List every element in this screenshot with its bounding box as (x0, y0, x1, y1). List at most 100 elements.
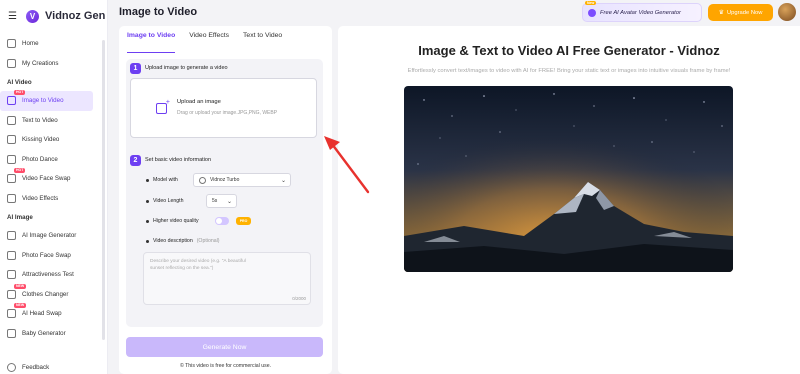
user-avatar[interactable] (778, 3, 796, 21)
tab-text-to-video[interactable]: Text to Video (243, 32, 282, 46)
sidebar-item-video-face-swap[interactable]: HOT Video Face Swap (0, 168, 107, 189)
chevron-down-icon: ⌄ (226, 199, 232, 205)
model-option: Model with (146, 177, 178, 183)
quality-option: Higher video quality (146, 218, 199, 224)
commercial-note-text: This video is free for commercial use. (185, 363, 272, 369)
logo-text[interactable]: Vidnoz Gen (45, 10, 105, 22)
folder-icon (7, 58, 16, 68)
description-label: Video description (153, 238, 193, 244)
hero-title: Image & Text to Video AI Free Generator … (418, 43, 720, 58)
bullet-icon (146, 219, 149, 223)
annotation-arrow (324, 136, 370, 194)
bullet-icon (146, 239, 149, 243)
sidebar-scrollbar[interactable] (102, 40, 105, 340)
length-label: Video Length (153, 198, 184, 204)
sidebar-item-image-to-video[interactable]: HOT Image to Video (0, 90, 93, 111)
sidebar-nav: Home My Creations AI Video HOT Image to … (0, 32, 107, 343)
face-swap-icon (7, 174, 16, 184)
hero-subtitle: Effortlessly convert text/images to vide… (407, 68, 731, 74)
quality-toggle[interactable] (215, 217, 229, 225)
menu-icon[interactable]: ☰ (8, 11, 20, 22)
hot-badge: HOT (14, 90, 26, 95)
generator-panel: Image to Video Video Effects Text to Vid… (119, 26, 332, 374)
upload-hint: Drag or upload your image.JPG,PNG, WEBP (177, 110, 278, 116)
baby-icon (7, 328, 16, 338)
new-badge: NEW (14, 283, 27, 289)
sidebar-item-ai-image-generator[interactable]: AI Image Generator (0, 226, 107, 246)
length-value: 5s (212, 198, 218, 204)
upgrade-button[interactable]: ♛ Upgrade Now (708, 4, 773, 21)
photo-swap-icon (7, 250, 16, 260)
copyright-icon: © (179, 363, 184, 369)
sidebar-item-label: Video Face Swap (22, 175, 71, 183)
sidebar-item-photo-dance[interactable]: Photo Dance (0, 150, 107, 170)
character-counter: 0/2000 (292, 296, 306, 301)
quality-label: Higher video quality (153, 218, 199, 224)
commercial-note: © This video is free for commercial use. (119, 363, 332, 369)
sidebar-item-label: Home (22, 40, 39, 48)
sidebar-item-kissing-video[interactable]: Kissing Video (0, 130, 107, 150)
chevron-down-icon: ⌄ (280, 178, 286, 184)
upload-image-icon (156, 99, 170, 114)
crown-icon: ♛ (718, 10, 724, 16)
sidebar-item-label: Clothes Changer (22, 290, 69, 298)
mountain-illustration (404, 86, 733, 272)
new-badge: New (585, 1, 597, 5)
length-select[interactable]: 5s ⌄ (206, 194, 237, 208)
kiss-icon (7, 135, 16, 145)
sidebar-item-baby-generator[interactable]: Baby Generator (0, 324, 107, 344)
sidebar-item-attractiveness-test[interactable]: Attractiveness Test (0, 265, 107, 285)
sidebar-item-label: Attractiveness Test (22, 271, 74, 279)
description-option: Video description (Optional) (146, 238, 219, 244)
sidebar-item-label: Photo Dance (22, 155, 58, 163)
upgrade-label: Upgrade Now (726, 9, 763, 16)
pro-badge: PRO (236, 217, 251, 225)
step-2-title: Set basic video information (145, 157, 212, 163)
image-upload-area[interactable]: Upload an image Drag or upload your imag… (130, 78, 317, 138)
generate-button[interactable]: Generate Now (126, 337, 323, 357)
sidebar-item-label: Baby Generator (22, 329, 66, 337)
sidebar-item-clothes-changer[interactable]: NEW Clothes Changer (0, 283, 107, 305)
sidebar-item-label: AI Head Swap (22, 310, 62, 318)
upload-title: Upload an image (177, 99, 221, 105)
model-label: Model with (153, 177, 178, 183)
sidebar-item-video-effects[interactable]: Video Effects (0, 189, 107, 209)
bullet-icon (146, 178, 149, 182)
promo-label: Free AI Avatar Video Generator (600, 9, 681, 16)
tab-video-effects[interactable]: Video Effects (189, 32, 229, 46)
length-option: Video Length (146, 198, 183, 204)
sidebar-item-text-to-video[interactable]: Text to Video (0, 111, 107, 131)
sidebar-item-label: AI Image Generator (22, 232, 77, 240)
feedback-icon (7, 363, 16, 372)
sidebar-item-label: Photo Face Swap (22, 251, 71, 259)
brand: ☰ V Vidnoz Gen (0, 0, 107, 32)
section-ai-video: AI Video (7, 78, 32, 86)
step-1-number: 1 (130, 63, 141, 74)
sidebar-item-label: Image to Video (22, 97, 64, 105)
clothes-icon (7, 289, 16, 299)
generate-label: Generate Now (202, 343, 247, 351)
effects-icon (7, 193, 16, 203)
description-placeholder: Describe your desired video (e.g. "A bea… (150, 259, 246, 271)
sidebar: ☰ V Vidnoz Gen Home My Creations AI Vide… (0, 0, 108, 374)
sidebar-item-photo-face-swap[interactable]: Photo Face Swap (0, 246, 107, 266)
promo-avatar-banner[interactable]: New Free AI Avatar Video Generator (582, 1, 702, 22)
sidebar-item-label: Text to Video (22, 116, 58, 124)
description-textarea[interactable]: Describe your desired video (e.g. "A bea… (143, 252, 311, 305)
image-generator-icon (7, 231, 16, 241)
section-ai-image: AI Image (7, 213, 33, 221)
tab-image-to-video[interactable]: Image to Video (127, 32, 176, 53)
bullet-icon (146, 199, 149, 203)
avatar-generator-icon (588, 8, 596, 17)
sample-image-mountain (404, 86, 733, 272)
attractiveness-icon (7, 270, 16, 280)
sidebar-item-ai-head-swap[interactable]: NEW AI Head Swap (0, 303, 107, 324)
step-1-title: Upload image to generate a video (145, 65, 228, 71)
dance-icon (7, 154, 16, 164)
feedback-label: Feedback (22, 364, 50, 371)
model-select[interactable]: Vidnoz Turbo ⌄ (193, 173, 291, 187)
feedback-link[interactable]: Feedback (7, 363, 49, 372)
preview-panel: Image & Text to Video AI Free Generator … (338, 26, 800, 374)
sidebar-item-home[interactable]: Home (0, 34, 107, 54)
sidebar-item-my-creations[interactable]: My Creations (0, 54, 107, 74)
